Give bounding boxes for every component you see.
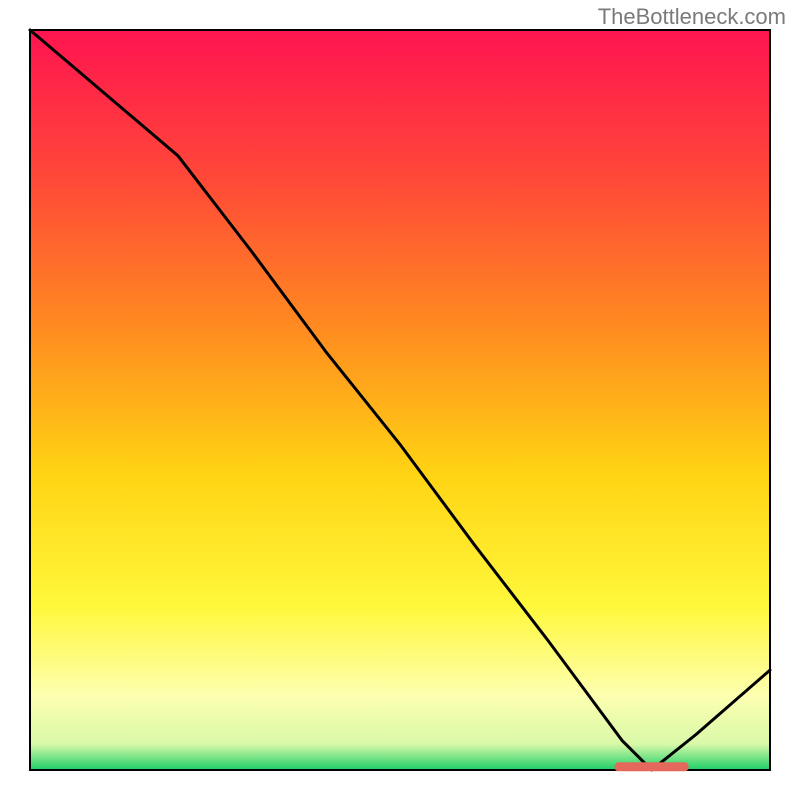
- bottleneck-chart: [0, 0, 800, 800]
- chart-container: TheBottleneck.com: [0, 0, 800, 800]
- plot-background: [30, 30, 770, 770]
- sweet-spot-marker: [615, 762, 689, 771]
